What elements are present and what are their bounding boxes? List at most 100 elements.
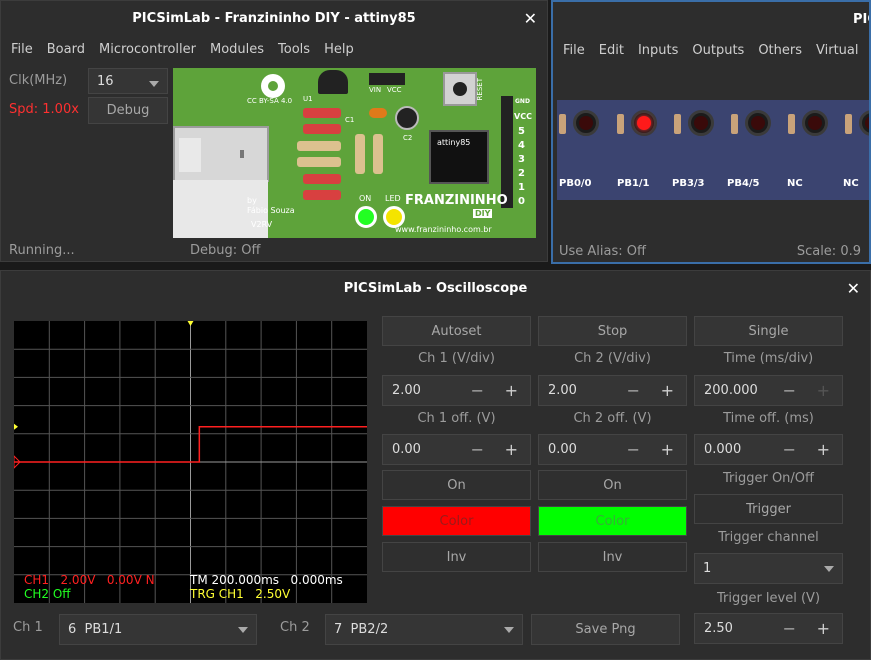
tm-info: TM 200.000ms 0.000ms	[190, 573, 343, 587]
minus-icon[interactable]: −	[627, 381, 640, 400]
time-div-spinner[interactable]: 200.000 − +	[694, 375, 843, 406]
menu-inputs[interactable]: Inputs	[638, 43, 678, 58]
trigger-button[interactable]: Trigger	[694, 494, 843, 524]
c2-label: C2	[403, 134, 413, 142]
minus-icon[interactable]: −	[471, 440, 484, 459]
regulator	[318, 70, 348, 94]
menu-help[interactable]: Help	[324, 42, 354, 57]
c1-label: C1	[345, 116, 355, 124]
minus-icon[interactable]: −	[783, 440, 796, 459]
scope-window-title: PICSimLab - Oscilloscope	[1, 271, 870, 305]
ch2-vdiv-spinner[interactable]: 2.00 − +	[538, 375, 687, 406]
minus-icon[interactable]: −	[627, 440, 640, 459]
reset-button[interactable]	[443, 72, 477, 106]
ch1-color-button[interactable]: Color	[382, 506, 531, 536]
ch2-inv-button[interactable]: Inv	[538, 542, 687, 572]
clk-select[interactable]: 16	[88, 68, 168, 94]
ch1-offset-spinner[interactable]: 0.00 − +	[382, 434, 531, 465]
status-debug: Debug: Off	[190, 243, 261, 258]
trigger-level-label: Trigger level (V)	[716, 591, 821, 606]
menu-modules[interactable]: Modules	[210, 42, 264, 57]
ch2-vdiv-label: Ch 2 (V/div)	[574, 351, 651, 366]
ch2-select-label: Ch 2	[280, 620, 310, 635]
gear-icon	[261, 74, 285, 98]
scope-close-icon[interactable]: ✕	[847, 279, 860, 298]
plus-icon[interactable]: +	[661, 440, 674, 459]
plus-icon[interactable]: +	[817, 440, 830, 459]
save-png-button[interactable]: Save Png	[531, 614, 680, 645]
chevron-down-icon	[238, 627, 248, 633]
trigger-onoff-label: Trigger On/Off	[722, 471, 814, 486]
ch1-info: CH1 2.00V 0.00V N	[24, 573, 155, 587]
led-label-pb3: PB3/3	[672, 178, 705, 189]
license-text: CC BY-SA 4.0	[247, 97, 293, 105]
minus-icon[interactable]: −	[471, 381, 484, 400]
ch2-on-button[interactable]: On	[538, 470, 687, 500]
pin-label-gnd: GND	[515, 98, 530, 105]
led-nc-1[interactable]	[802, 110, 828, 136]
time-div-label: Time (ms/div)	[723, 351, 814, 366]
led-pb0[interactable]	[573, 110, 599, 136]
ch1-on-button[interactable]: On	[382, 470, 531, 500]
board-window: PICSimLab - Franzininho DIY - attiny85 ✕…	[0, 0, 548, 262]
led-pb3[interactable]	[688, 110, 714, 136]
plus-icon[interactable]: +	[505, 440, 518, 459]
menu-edit[interactable]: Edit	[599, 43, 624, 58]
resistor	[303, 190, 341, 200]
autoset-button[interactable]: Autoset	[382, 316, 531, 346]
minus-icon[interactable]: −	[783, 381, 796, 400]
menu-virtual[interactable]: Virtual	[816, 43, 858, 58]
trigger-level-spinner[interactable]: 2.50 − +	[694, 613, 843, 644]
ch2-color-button[interactable]: Color	[538, 506, 687, 536]
plus-icon[interactable]: +	[661, 381, 674, 400]
clk-label: Clk(MHz)	[9, 73, 68, 88]
trigger-time-marker	[187, 321, 194, 326]
menu-file[interactable]: File	[11, 42, 33, 57]
ch1-inv-button[interactable]: Inv	[382, 542, 531, 572]
pin-label-vcc: VCC	[514, 112, 532, 121]
resistor	[731, 114, 738, 134]
attiny-chip: attiny85	[429, 130, 489, 184]
pcb-board[interactable]: CC BY-SA 4.0 by Fábio Souza V2RV U1 VIN …	[173, 68, 536, 238]
status-running: Running...	[9, 243, 75, 258]
trigger-channel-select[interactable]: 1	[694, 553, 843, 584]
stop-button[interactable]: Stop	[538, 316, 687, 346]
pin-label-1: 1	[518, 182, 525, 193]
ch1-pin-select[interactable]: 6 PB1/1	[59, 614, 257, 645]
resistor	[297, 157, 341, 167]
menu-tools[interactable]: Tools	[278, 42, 310, 57]
board-window-close-icon[interactable]: ✕	[524, 9, 537, 28]
trigger-channel-label: Trigger channel	[718, 530, 819, 545]
led-pb4[interactable]	[745, 110, 771, 136]
time-offset-spinner[interactable]: 0.000 − +	[694, 434, 843, 465]
debug-button[interactable]: Debug	[88, 97, 168, 124]
led-pb1[interactable]	[631, 110, 657, 136]
board-menubar: File Board Microcontroller Modules Tools…	[1, 37, 547, 61]
led-nc-2[interactable]	[859, 110, 869, 136]
vin-label: VIN	[369, 86, 382, 94]
resistor	[303, 108, 341, 118]
ch1-vdiv-spinner[interactable]: 2.00 − +	[382, 375, 531, 406]
chevron-down-icon	[149, 81, 159, 87]
usb-connector	[173, 126, 269, 182]
menu-file[interactable]: File	[563, 43, 585, 58]
resistor	[617, 114, 624, 134]
board-window-title: PICSimLab - Franzininho DIY - attiny85	[1, 1, 547, 35]
menu-board[interactable]: Board	[47, 42, 85, 57]
minus-icon[interactable]: −	[783, 619, 796, 638]
resistor	[355, 134, 365, 174]
scope-graph	[14, 321, 367, 603]
menu-microcontroller[interactable]: Microcontroller	[99, 42, 196, 57]
single-button[interactable]: Single	[694, 316, 843, 346]
ch2-pin-select[interactable]: 7 PB2/2	[325, 614, 523, 645]
ch2-offset-spinner[interactable]: 0.00 − +	[538, 434, 687, 465]
menu-others[interactable]: Others	[758, 43, 802, 58]
pin-label-2: 2	[518, 168, 525, 179]
plus-icon[interactable]: +	[505, 381, 518, 400]
leds-panel: PB0/0 PB1/1 PB3/3 PB4/5 NC NC	[557, 100, 869, 200]
ch1-vdiv-label: Ch 1 (V/div)	[418, 351, 495, 366]
plus-icon[interactable]: +	[817, 381, 830, 400]
oscilloscope-window: PICSimLab - Oscilloscope ✕ CH1 2.00V 0.0…	[0, 270, 871, 660]
menu-outputs[interactable]: Outputs	[692, 43, 744, 58]
plus-icon[interactable]: +	[817, 619, 830, 638]
